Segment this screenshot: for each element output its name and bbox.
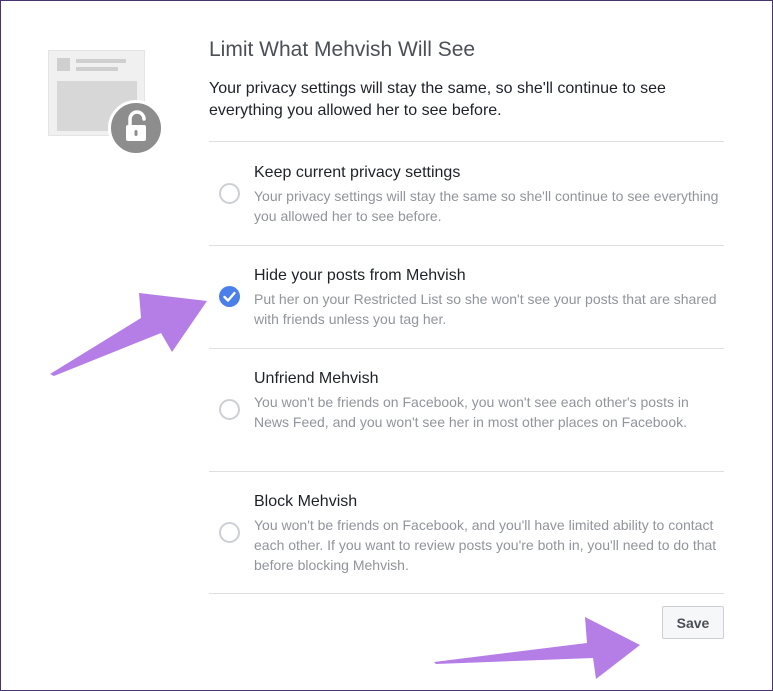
option-title: Unfriend Mehvish	[254, 370, 379, 387]
option-title: Block Mehvish	[254, 493, 358, 510]
document-thumbnail	[57, 58, 70, 71]
radio-keep-current-settings[interactable]	[219, 183, 240, 204]
divider	[209, 141, 724, 142]
option-description: Your privacy settings will stay the same…	[254, 188, 719, 224]
option-unfriend[interactable]: Unfriend Mehvish You won't be friends on…	[209, 370, 724, 452]
divider	[209, 471, 724, 472]
option-hide-posts[interactable]: Hide your posts from Mehvish Put her on …	[209, 267, 724, 329]
unlocked-padlock-icon	[108, 100, 164, 156]
save-button[interactable]: Save	[662, 606, 724, 639]
dialog-intro: Your privacy settings will stay the same…	[209, 80, 666, 119]
locked-document-icon	[48, 50, 166, 158]
option-description: Put her on your Restricted List so she w…	[254, 291, 717, 327]
option-description: You won't be friends on Facebook, and yo…	[254, 517, 717, 573]
document-line	[76, 67, 118, 71]
document-line	[76, 59, 126, 63]
divider	[209, 348, 724, 349]
option-keep-current-settings[interactable]: Keep current privacy settings Your priva…	[209, 164, 724, 226]
divider	[209, 245, 724, 246]
option-block[interactable]: Block Mehvish You won't be friends on Fa…	[209, 493, 724, 575]
dialog-title: Limit What Mehvish Will See	[209, 38, 476, 61]
option-title: Keep current privacy settings	[254, 164, 461, 181]
radio-unfriend[interactable]	[219, 399, 240, 420]
divider	[209, 593, 724, 594]
option-description: You won't be friends on Facebook, you wo…	[254, 394, 689, 430]
radio-block[interactable]	[219, 522, 240, 543]
check-icon	[223, 291, 236, 302]
radio-hide-posts[interactable]	[219, 286, 240, 307]
option-title: Hide your posts from Mehvish	[254, 267, 466, 284]
